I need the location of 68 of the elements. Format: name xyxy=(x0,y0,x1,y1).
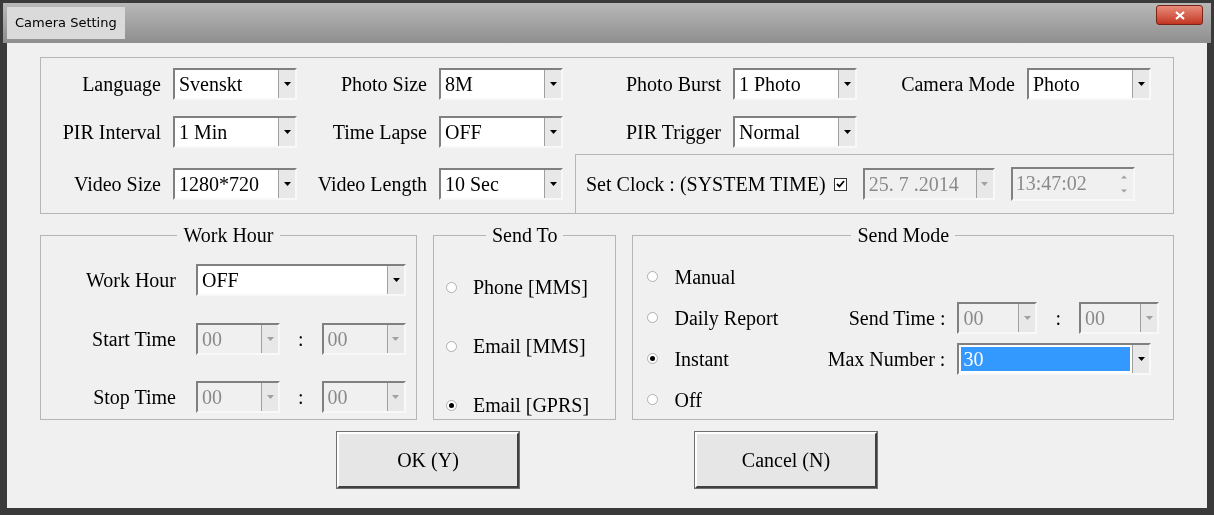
setting-label: Photo Burst xyxy=(624,72,722,97)
dropdown-value: Svenskt xyxy=(178,72,244,96)
dropdown-value: Normal xyxy=(738,120,802,144)
group-title: Send Mode xyxy=(856,223,951,248)
time-separator: : xyxy=(1055,305,1061,331)
radio-button[interactable] xyxy=(446,340,457,352)
dropdown[interactable]: 1 Photo xyxy=(733,68,857,100)
group-title: Work Hour xyxy=(182,223,275,248)
time-separator: : xyxy=(298,327,304,352)
field-label: Work Hour xyxy=(84,268,177,293)
dropdown-value: 1 Min xyxy=(178,120,229,144)
radio-label[interactable]: Instant xyxy=(674,343,729,374)
dropdown[interactable]: OFF xyxy=(196,264,406,296)
dropdown[interactable]: Svenskt xyxy=(173,68,297,100)
dropdown[interactable]: 1 Min xyxy=(173,116,297,148)
dropdown-value: 1 Photo xyxy=(738,72,802,96)
setting-label: Time Lapse xyxy=(331,120,428,146)
dropdown-value: OFF xyxy=(201,268,240,292)
window-title: Camera Setting xyxy=(7,7,125,39)
radio-label[interactable]: Off xyxy=(674,384,702,415)
dropdown[interactable]: Normal xyxy=(733,116,857,148)
radio-label[interactable]: Phone [MMS] xyxy=(473,272,588,302)
time-separator: : xyxy=(298,385,304,410)
radio-button[interactable] xyxy=(647,353,659,364)
dialog-button[interactable]: OK (Y) xyxy=(337,432,519,488)
field-label: Start Time xyxy=(91,327,177,352)
dropdown-value: 30 xyxy=(961,346,1131,371)
set-clock-label: Set Clock : (SYSTEM TIME) xyxy=(586,172,826,198)
setting-label: Video Size xyxy=(72,171,162,197)
dropdown-value: Photo xyxy=(1032,72,1081,96)
dropdown-value: 8M xyxy=(444,72,474,96)
dropdown-value: 1280*720 xyxy=(178,171,260,196)
setting-label: PIR Trigger xyxy=(624,120,722,146)
field-label: Send Time : xyxy=(847,305,947,331)
group-title: Send To xyxy=(491,223,559,248)
radio-button[interactable] xyxy=(446,399,457,411)
time-value: 13:47:02 xyxy=(1014,171,1088,196)
setting-label: Language xyxy=(81,72,162,98)
dropdown[interactable]: 10 Sec xyxy=(439,167,563,200)
dropdown[interactable]: 8M xyxy=(439,68,563,100)
radio-label[interactable]: Daily Report xyxy=(674,302,779,333)
radio-button[interactable] xyxy=(446,281,457,293)
setting-label: PIR Interval xyxy=(61,120,162,145)
field-label: Stop Time xyxy=(92,385,177,411)
dropdown-value: OFF xyxy=(444,120,483,144)
radio-button[interactable] xyxy=(647,271,659,282)
close-icon[interactable] xyxy=(1156,5,1203,25)
setting-label: Camera Mode xyxy=(900,72,1016,97)
dropdown-value: 00 xyxy=(201,385,223,409)
radio-label[interactable]: Manual xyxy=(674,261,736,292)
dropdown-value: 10 Sec xyxy=(444,171,500,196)
radio-label[interactable]: Email [MMS] xyxy=(473,331,586,361)
dropdown-value: 00 xyxy=(326,385,349,409)
setting-label: Video Length xyxy=(316,171,428,198)
dropdown[interactable]: Photo xyxy=(1027,68,1151,100)
radio-button[interactable] xyxy=(647,312,659,323)
dropdown-value: 00 xyxy=(201,327,223,351)
dropdown-value: 00 xyxy=(962,305,985,330)
radio-button[interactable] xyxy=(647,394,659,405)
dropdown-value: 00 xyxy=(1084,305,1106,330)
setting-label: Photo Size xyxy=(339,72,428,97)
dropdown-value: 00 xyxy=(326,327,349,351)
dropdown-value: 25. 7 .2014 xyxy=(867,172,960,196)
field-label: Max Number : xyxy=(826,346,947,372)
dialog-button[interactable]: Cancel (N) xyxy=(695,432,877,488)
radio-label[interactable]: Email [GPRS] xyxy=(473,390,590,420)
dropdown[interactable]: OFF xyxy=(439,116,563,148)
dropdown[interactable]: 1280*720 xyxy=(173,167,297,200)
